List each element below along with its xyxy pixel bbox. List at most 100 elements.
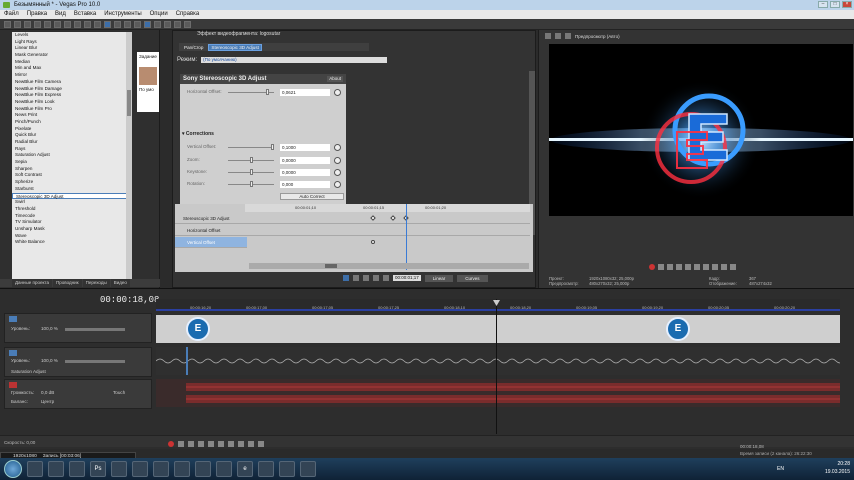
play-icon[interactable] [198,441,204,447]
minimize-button[interactable]: – [818,1,828,8]
fx-list-item[interactable]: Mask Generator [12,52,130,59]
keyframe-row-vertical[interactable]: Vertical Offset [175,237,247,248]
fx-list-item[interactable]: NewBlue Film Camera [12,79,130,86]
steam-icon[interactable] [279,461,295,477]
tab-project-media[interactable]: Данные проекта [12,279,52,287]
fx-list-item[interactable]: Timecode [12,213,130,220]
auto-crossfade-icon[interactable] [154,20,161,28]
fx-list-scroll-thumb[interactable] [127,90,131,116]
cut-icon[interactable] [54,20,61,28]
curves-button[interactable]: Curves [457,274,488,282]
slider-knob[interactable] [266,89,269,95]
prev-keyframe-icon[interactable] [363,275,369,281]
fx-list-item[interactable]: Swirl [12,199,130,206]
animate-button-icon[interactable] [334,168,341,176]
undo-icon[interactable] [84,20,91,28]
save-icon[interactable] [24,20,31,28]
playhead-cursor[interactable] [496,299,497,434]
fx-list-item[interactable]: Starburst [12,186,130,193]
preset-dropdown[interactable]: (По умолчанию) [201,57,388,63]
slider-knob[interactable] [250,169,253,175]
pause-icon[interactable] [208,441,214,447]
keyframe-scrollbar[interactable] [249,263,529,269]
menu-help[interactable]: Справка [176,10,200,19]
animate-button-icon[interactable] [334,156,341,164]
audio-track-lane[interactable] [156,379,840,407]
app-icon[interactable] [174,461,190,477]
video-track-1-header[interactable]: Уровень: 100,0 % [4,313,152,343]
ie-icon[interactable]: e [237,461,253,477]
system-clock[interactable]: 20:28 19.03.2015 [825,460,850,476]
keyframe-row-horizontal[interactable]: Horizontal Offset [175,225,530,236]
fx-list-item[interactable]: Min and Max [12,65,130,72]
render-icon[interactable] [44,20,51,28]
ignore-grouping-icon[interactable] [184,20,191,28]
keyframe-cursor[interactable] [406,204,407,270]
menu-edit[interactable]: Правка [27,10,47,19]
maximize-button[interactable]: □ [830,1,840,8]
fx-preset-thumbnail[interactable]: Задание По умо [137,52,159,112]
terminal-icon[interactable] [216,461,232,477]
menu-options[interactable]: Опции [150,10,168,19]
fx-list-item[interactable]: Stereoscopic 3D Adjust [12,192,130,200]
go-start-icon[interactable] [228,441,234,447]
slider-knob[interactable] [250,157,253,163]
vegas-taskbar-icon[interactable] [132,461,148,477]
auto-ripple-icon[interactable] [164,20,171,28]
menu-insert[interactable]: Вставка [74,10,96,19]
chrome-icon[interactable] [27,461,43,477]
slider-knob[interactable] [250,181,253,187]
go-end-icon[interactable] [238,441,244,447]
start-button[interactable] [4,460,22,478]
chain-item-pan-crop[interactable]: Pan/Crop [182,45,205,50]
level-slider[interactable] [65,360,125,363]
open-icon[interactable] [14,20,21,28]
copy-snapshot-icon[interactable] [565,33,571,39]
prev-frame-icon[interactable] [248,441,254,447]
fx-list-item[interactable]: Light Rays [12,39,130,46]
param-slider[interactable] [228,146,274,148]
game-icon[interactable] [111,461,127,477]
redo-icon[interactable] [94,20,101,28]
auto-correct-button[interactable]: Auto Correct [280,193,344,200]
fx-list-item[interactable]: NewBlue Film Damage [12,86,130,93]
keyframe-scroll-thumb[interactable] [325,264,337,268]
tab-transitions[interactable]: Переходы [82,279,110,287]
fx-list-item[interactable]: Saturation Adjust [12,152,130,159]
fx-list-item[interactable]: NewBlue Film Look [12,99,130,106]
fx-list-item[interactable]: Rays [12,146,130,153]
preview-quality-dropdown[interactable]: Предпросмотр (Авто) [575,34,620,39]
logo-clip-thumbnail[interactable]: E [186,317,210,341]
logo-clip-thumbnail[interactable]: E [666,317,690,341]
fx-list-item[interactable]: Pixelate [12,126,130,133]
fx-list-item[interactable]: Mirror [12,72,130,79]
media-icon[interactable] [195,461,211,477]
photoshop-icon[interactable]: Ps [90,461,106,477]
video-track-1-lane[interactable]: E E [156,315,840,343]
new-project-icon[interactable] [4,20,11,28]
split-screen-icon[interactable] [555,33,561,39]
stop-icon[interactable] [218,441,224,447]
play-start-icon[interactable] [188,441,194,447]
playback-rate[interactable]: Скорость: 0,00 [4,440,35,445]
add-keyframe-icon[interactable] [373,275,379,281]
preview-settings-icon[interactable] [545,33,551,39]
properties-icon[interactable] [34,20,41,28]
zoom-tool-icon[interactable] [134,20,141,28]
fx-list-item[interactable]: News Print [12,112,130,119]
tab-explorer[interactable]: Проводник [53,279,82,287]
param-value[interactable]: 0,1000 [280,143,330,151]
menu-tools[interactable]: Инструменты [104,10,141,19]
next-frame-icon[interactable] [258,441,264,447]
fx-list-item[interactable]: Unsharp Mask [12,226,130,233]
fx-list-item[interactable]: Sepia [12,159,130,166]
param-value[interactable]: 0,0000 [280,156,330,164]
fx-list-item[interactable]: TV Simulator [12,219,130,226]
fx-list-item[interactable]: Median [12,59,130,66]
keyframe-marker[interactable] [371,240,375,244]
paste-icon[interactable] [74,20,81,28]
about-button[interactable]: About [327,76,343,82]
media-player-icon[interactable] [69,461,85,477]
slider-knob[interactable] [271,144,274,150]
param-value[interactable]: 0,0621 [280,88,330,96]
